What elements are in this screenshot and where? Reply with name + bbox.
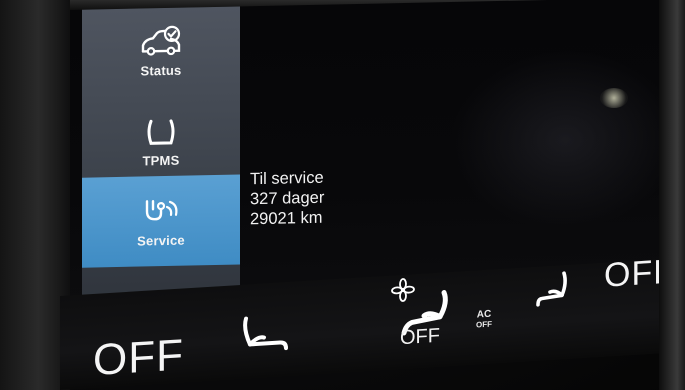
car-display-photo: Status TPMS Service Til service 327 dage…: [0, 0, 685, 390]
screen-reflection: [450, 47, 680, 233]
sidebar: Status TPMS Service: [82, 6, 240, 298]
light-reflection: [600, 88, 628, 108]
sidebar-item-tpms[interactable]: TPMS: [82, 98, 240, 183]
seat-heat-icon: [536, 271, 567, 307]
sidebar-item-status[interactable]: Status: [82, 8, 240, 93]
seat-ventilation-off-label[interactable]: OFF: [400, 325, 440, 350]
seat-heat-right-button[interactable]: [536, 271, 570, 309]
ac-button[interactable]: AC OFF: [472, 309, 496, 340]
seat-heat-left-button[interactable]: [240, 312, 294, 359]
car-check-icon: [141, 25, 181, 56]
stethoscope-icon: [145, 199, 178, 220]
tire-pressure-icon: [147, 118, 175, 145]
touchscreen: Status TPMS Service Til service 327 dage…: [70, 0, 680, 310]
left-temperature-off[interactable]: OFF: [93, 330, 184, 386]
sidebar-item-service[interactable]: Service: [82, 174, 240, 268]
bezel-right: [659, 0, 685, 390]
sidebar-item-label: TPMS: [142, 152, 180, 168]
service-distance: 29021 km: [250, 208, 323, 229]
ac-off-label: OFF: [476, 319, 492, 330]
sidebar-item-label: Service: [137, 232, 185, 249]
seat-heat-icon: [243, 316, 288, 351]
service-info: Til service 327 dager 29021 km: [250, 165, 450, 229]
sidebar-item-label: Status: [140, 62, 182, 79]
